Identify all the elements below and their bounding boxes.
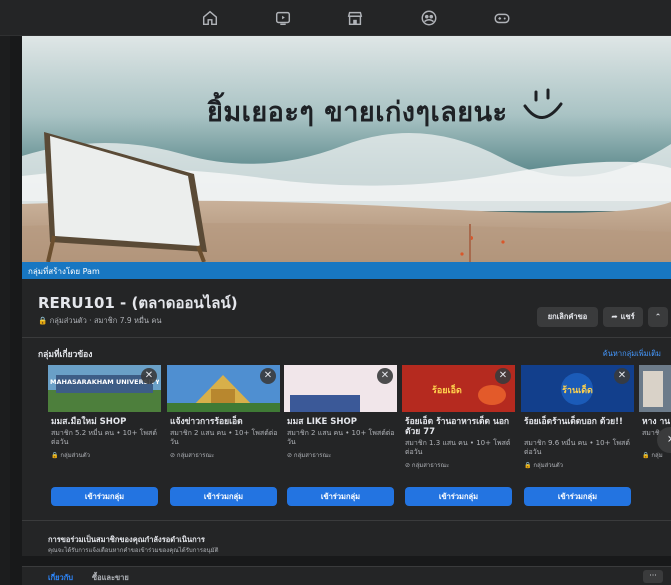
group-title[interactable]: RERU101 - (ตลาดออนไลน์) [38, 291, 238, 315]
join-group-button[interactable]: เข้าร่วมกลุ่ม [405, 487, 512, 506]
group-privacy: 🔒 กลุ่มส่วนตัว [524, 462, 564, 469]
join-group-button[interactable]: เข้าร่วมกลุ่ม [524, 487, 631, 506]
group-cover-image: ✕ [284, 365, 397, 412]
cover-photo[interactable]: ยิ้มเยอะๆ ขายเก่งๆเลยนะ [22, 36, 671, 262]
join-group-button[interactable]: เข้าร่วมกลุ่ม [170, 487, 277, 506]
share-label: แชร์ [620, 312, 635, 321]
groups-icon[interactable] [420, 9, 438, 27]
group-cover-image: MAHASARAKHAM UNIVERSITY ✕ [48, 365, 161, 412]
dismiss-card-button[interactable]: ✕ [614, 368, 630, 384]
pending-request-notice: การขอร่วมเป็นสมาชิกของคุณกำลังรอดำเนินกา… [22, 520, 671, 556]
tab-buy-sell[interactable]: ซื้อและขาย [92, 572, 129, 584]
collapse-button[interactable]: ⌃ [648, 307, 668, 327]
group-meta: สมาชิก 2 แสน คน • 10+ โพสต์ต่อวัน [170, 429, 278, 446]
cover-photo-art [22, 36, 671, 262]
cancel-request-button[interactable]: ยกเลิกคำขอ [537, 307, 598, 327]
tab-about[interactable]: เกี่ยวกับ [48, 572, 73, 584]
group-privacy: 🔒 กลุ่ม [642, 452, 663, 459]
join-group-button[interactable]: เข้าร่วมกลุ่ม [51, 487, 158, 506]
notice-subtitle: คุณจะได้รับการแจ้งเตือนหากคำขอเข้าร่วมขอ… [48, 547, 219, 554]
group-tabs: เกี่ยวกับ ซื้อและขาย ··· [22, 566, 671, 585]
dismiss-card-button[interactable]: ✕ [141, 368, 157, 384]
group-image-text: ร้อยเอ็ด [432, 386, 462, 396]
home-icon[interactable] [201, 9, 219, 27]
group-cover-image: ร้อยเอ็ด ✕ [402, 365, 515, 412]
smiley-face-icon [523, 88, 563, 119]
group-header: RERU101 - (ตลาดออนไลน์) 🔒 กลุ่มส่วนตัว ·… [22, 279, 671, 337]
share-button[interactable]: ➦ แชร์ [603, 307, 643, 327]
group-meta: สมาชิก 9.6 หมื่น คน • 10+ โพสต์ต่อวัน [524, 439, 630, 456]
related-group-card[interactable]: ✕ มมส LIKE SHOP สมาชิก 2 แสน คน • 10+ โพ… [284, 365, 397, 513]
group-privacy: ⊘ กลุ่มสาธารณะ [405, 462, 450, 469]
group-cover-image: ร้านเด็ด ✕ [521, 365, 634, 412]
join-group-button[interactable]: เข้าร่วมกลุ่ม [287, 487, 394, 506]
related-group-card[interactable]: MAHASARAKHAM UNIVERSITY ✕ มมส.มือใหม่ SH… [48, 365, 161, 513]
group-name[interactable]: หาง าน [642, 417, 671, 427]
group-meta: สมาชิก 5.2 หมื่น คน • 10+ โพสต์ต่อวัน [51, 429, 157, 446]
more-tabs-button[interactable]: ··· [643, 570, 663, 583]
facebook-group-page: ยิ้มเยอะๆ ขายเก่งๆเลยนะ กลุ่มที่สร้างโดย… [0, 0, 671, 585]
related-group-card[interactable]: ร้อยเอ็ด ✕ ร้อยเอ็ด ร้านอาหารเด็ด นอกตัว… [402, 365, 515, 513]
gaming-icon[interactable] [493, 9, 511, 27]
group-name[interactable]: มมส.มือใหม่ SHOP [51, 417, 159, 427]
left-sidebar-edge [0, 36, 10, 585]
watch-icon[interactable] [274, 9, 292, 27]
dismiss-card-button[interactable]: ✕ [377, 368, 393, 384]
group-name[interactable]: ร้อยเอ็ด ร้านอาหารเด็ด นอกตัวย 77 [405, 417, 513, 437]
group-cover-image [639, 365, 671, 412]
related-group-card[interactable]: ✕ แจ้งข่าวการร้อยเอ็ด สมาชิก 2 แสน คน • … [167, 365, 280, 513]
marketplace-icon[interactable] [346, 9, 364, 27]
group-cover-image: ✕ [167, 365, 280, 412]
related-groups-section: กลุ่มที่เกี่ยวข้อง ค้นหากลุ่มเพิ่มเติม M… [22, 337, 671, 520]
dismiss-card-button[interactable]: ✕ [260, 368, 276, 384]
dismiss-card-button[interactable]: ✕ [495, 368, 511, 384]
cover-handwriting: ยิ้มเยอะๆ ขายเก่งๆเลยนะ [207, 97, 508, 128]
related-group-card[interactable]: ร้านเด็ด ✕ ร้อยเอ็ดร้านเด็ดบอก ด้วย!! สม… [521, 365, 634, 513]
group-privacy: ⊘ กลุ่มสาธารณะ [287, 452, 332, 459]
group-name[interactable]: ร้อยเอ็ดร้านเด็ดบอก ด้วย!! [524, 417, 632, 427]
group-image-text: ร้านเด็ด [562, 386, 593, 396]
group-name[interactable]: แจ้งข่าวการร้อยเอ็ด [170, 417, 278, 427]
group-meta: สมาชิก 2 แสน คน • 10+ โพสต์ต่อวัน [287, 429, 395, 446]
related-groups-title: กลุ่มที่เกี่ยวข้อง [38, 350, 93, 360]
group-name[interactable]: มมส LIKE SHOP [287, 417, 395, 427]
top-navigation-bar [0, 0, 671, 36]
share-icon: ➦ [611, 312, 618, 321]
group-privacy: 🔒 กลุ่มส่วนตัว [51, 452, 91, 459]
cover-caption-bar[interactable]: กลุ่มที่สร้างโดย Pam [22, 262, 671, 279]
chevron-right-icon: › [667, 431, 671, 447]
group-privacy: ⊘ กลุ่มสาธารณะ [170, 452, 215, 459]
group-meta: สมาชิก 1.3 แสน คน • 10+ โพสต์ต่อวัน [405, 439, 511, 456]
see-more-groups-link[interactable]: ค้นหากลุ่มเพิ่มเติม [603, 348, 661, 360]
group-meta: 🔒 กลุ่มส่วนตัว · สมาชิก 7.9 หมื่น คน [38, 316, 162, 325]
